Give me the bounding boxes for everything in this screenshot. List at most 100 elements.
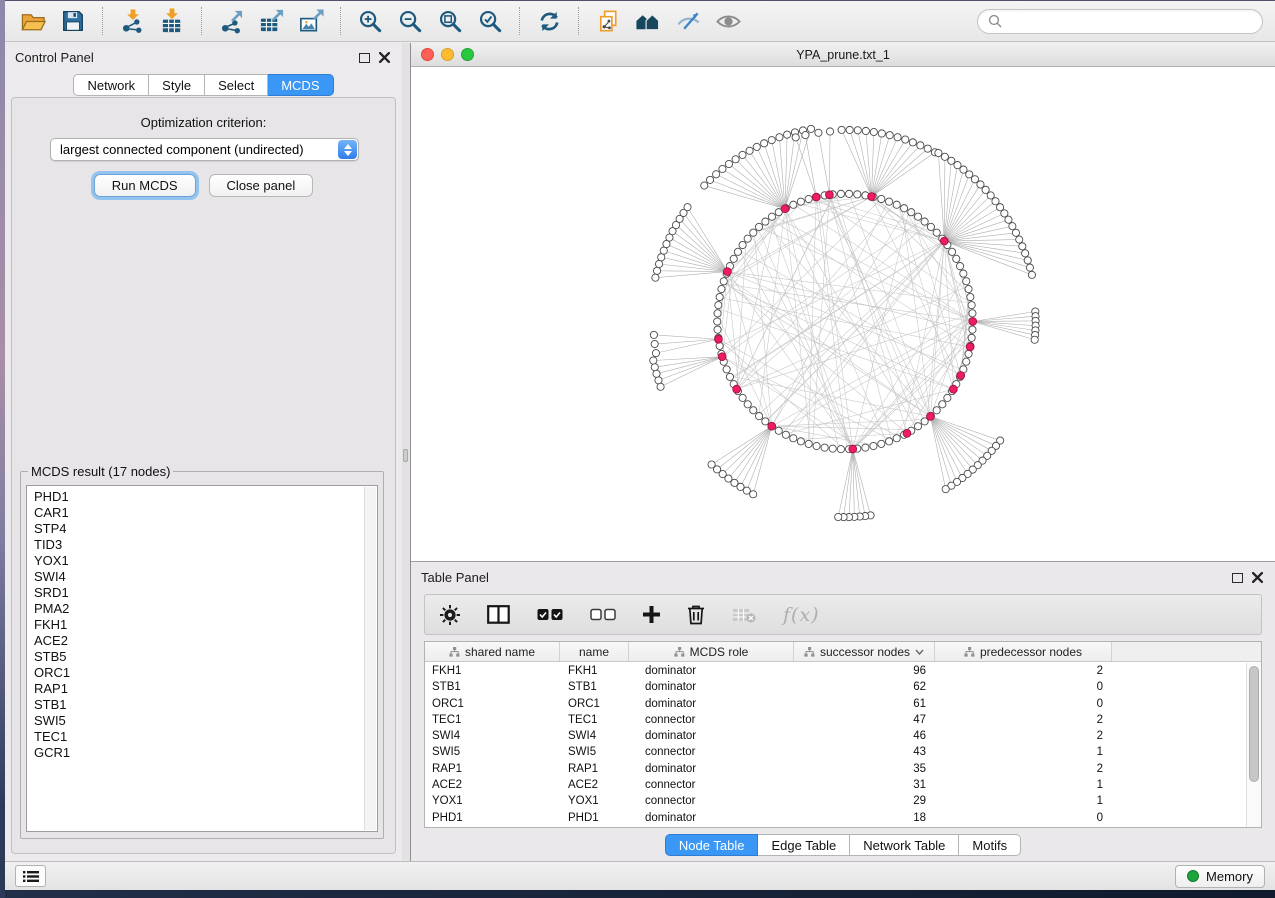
zoom-in-button[interactable] xyxy=(354,5,386,37)
copy-network-button[interactable] xyxy=(592,5,624,37)
import-network-button[interactable] xyxy=(116,5,148,37)
column-header-shared-name[interactable]: shared name xyxy=(425,642,560,661)
float-panel-icon[interactable] xyxy=(359,53,370,63)
open-file-button[interactable] xyxy=(17,5,49,37)
tab-mcds[interactable]: MCDS xyxy=(268,74,333,96)
export-table-button[interactable] xyxy=(255,5,287,37)
table-cell: dominator xyxy=(629,663,794,679)
zoom-selected-button[interactable] xyxy=(474,5,506,37)
panel-splitter[interactable] xyxy=(402,43,410,861)
table-row[interactable]: YOX1YOX1connector291 xyxy=(425,793,1246,809)
delete-button[interactable] xyxy=(687,604,705,625)
table-cell: 47 xyxy=(794,712,935,728)
list-item[interactable]: CAR1 xyxy=(34,505,377,521)
list-item[interactable]: SRD1 xyxy=(34,585,377,601)
float-panel-icon[interactable] xyxy=(1232,573,1243,583)
save-session-button[interactable] xyxy=(57,5,89,37)
table-row[interactable]: SWI5SWI5connector431 xyxy=(425,744,1246,760)
show-columns-button[interactable] xyxy=(487,605,510,624)
toolbar-separator xyxy=(340,7,341,35)
hide-graphics-details-button[interactable] xyxy=(672,5,704,37)
list-item[interactable]: GCR1 xyxy=(34,745,377,761)
table-row[interactable]: ACE2ACE2connector311 xyxy=(425,777,1246,793)
deselect-all-button[interactable] xyxy=(590,608,616,621)
column-header-successor-nodes[interactable]: successor nodes xyxy=(794,642,935,661)
select-all-button[interactable] xyxy=(537,608,563,621)
table-panel-title: Table Panel xyxy=(421,570,1232,585)
select-all-icon xyxy=(537,608,563,621)
scrollbar-thumb[interactable] xyxy=(1249,666,1259,782)
list-item[interactable]: YOX1 xyxy=(34,553,377,569)
list-item[interactable]: RAP1 xyxy=(34,681,377,697)
table-cell: 2 xyxy=(935,728,1112,744)
list-item[interactable]: TEC1 xyxy=(34,729,377,745)
tab-motifs[interactable]: Motifs xyxy=(959,834,1021,856)
list-item[interactable]: PHD1 xyxy=(34,489,377,505)
list-item[interactable]: STB1 xyxy=(34,697,377,713)
tab-network[interactable]: Network xyxy=(73,74,149,96)
tab-edge-table[interactable]: Edge Table xyxy=(758,834,850,856)
window-minimize-icon[interactable] xyxy=(441,48,454,61)
list-item[interactable]: PMA2 xyxy=(34,601,377,617)
table-cell: 31 xyxy=(794,777,935,793)
list-item[interactable]: FKH1 xyxy=(34,617,377,633)
table-row[interactable]: STB1STB1dominator620 xyxy=(425,679,1246,695)
close-panel-icon[interactable] xyxy=(379,52,390,63)
search-input[interactable] xyxy=(1008,14,1252,29)
table-cell: dominator xyxy=(629,728,794,744)
list-item[interactable]: SWI5 xyxy=(34,713,377,729)
table-scrollbar[interactable] xyxy=(1246,663,1261,827)
table-row[interactable]: FKH1FKH1dominator962 xyxy=(425,663,1246,679)
add-button[interactable] xyxy=(643,606,660,623)
list-item[interactable]: ACE2 xyxy=(34,633,377,649)
list-item[interactable]: SWI4 xyxy=(34,569,377,585)
table-panel: Table Panel f(x) sh xyxy=(411,563,1275,861)
mcds-result-list[interactable]: PHD1CAR1STP4TID3YOX1SWI4SRD1PMA2FKH1ACE2… xyxy=(26,485,378,832)
export-network-button[interactable] xyxy=(215,5,247,37)
window-close-icon[interactable] xyxy=(421,48,434,61)
column-header-name[interactable]: name xyxy=(560,642,629,661)
zoom-fit-button[interactable] xyxy=(434,5,466,37)
list-scrollbar[interactable] xyxy=(364,487,376,830)
splitter-grip-icon[interactable] xyxy=(403,449,408,462)
tab-select[interactable]: Select xyxy=(205,74,268,96)
network-canvas[interactable] xyxy=(411,68,1275,561)
zoom-out-button[interactable] xyxy=(394,5,426,37)
houses-icon xyxy=(634,8,662,35)
run-mcds-button[interactable]: Run MCDS xyxy=(94,174,196,197)
delete-table-button[interactable] xyxy=(732,607,756,623)
zoom-in-icon xyxy=(357,8,384,35)
export-table-icon xyxy=(258,8,285,35)
table-row[interactable]: SWI4SWI4dominator462 xyxy=(425,728,1246,744)
column-header-MCDS-role[interactable]: MCDS role xyxy=(629,642,794,661)
control-panel-tabs: NetworkStyleSelectMCDS xyxy=(5,74,402,96)
table-row[interactable]: RAP1RAP1dominator352 xyxy=(425,761,1246,777)
tab-style[interactable]: Style xyxy=(149,74,205,96)
function-builder-icon[interactable]: f(x) xyxy=(783,604,820,626)
column-header-predecessor-nodes[interactable]: predecessor nodes xyxy=(935,642,1112,661)
criterion-select[interactable]: largest connected component (undirected) xyxy=(50,138,359,161)
list-item[interactable]: ORC1 xyxy=(34,665,377,681)
table-cell: 35 xyxy=(794,761,935,777)
export-image-button[interactable] xyxy=(295,5,327,37)
task-history-button[interactable] xyxy=(15,865,46,887)
open-folder-icon xyxy=(20,8,47,35)
first-neighbors-button[interactable] xyxy=(632,5,664,37)
table-settings-button[interactable] xyxy=(440,605,460,625)
list-icon xyxy=(23,870,39,883)
show-graphics-details-button[interactable] xyxy=(712,5,744,37)
tab-network-table[interactable]: Network Table xyxy=(850,834,959,856)
close-panel-icon[interactable] xyxy=(1252,572,1263,583)
table-row[interactable]: PHD1PHD1dominator180 xyxy=(425,810,1246,826)
list-item[interactable]: TID3 xyxy=(34,537,377,553)
table-row[interactable]: ORC1ORC1dominator610 xyxy=(425,696,1246,712)
list-item[interactable]: STP4 xyxy=(34,521,377,537)
close-panel-button[interactable]: Close panel xyxy=(209,174,314,197)
refresh-button[interactable] xyxy=(533,5,565,37)
table-row[interactable]: TEC1TEC1connector472 xyxy=(425,712,1246,728)
list-item[interactable]: STB5 xyxy=(34,649,377,665)
import-table-button[interactable] xyxy=(156,5,188,37)
tab-node-table[interactable]: Node Table xyxy=(665,834,759,856)
memory-button[interactable]: Memory xyxy=(1175,865,1265,888)
window-zoom-icon[interactable] xyxy=(461,48,474,61)
